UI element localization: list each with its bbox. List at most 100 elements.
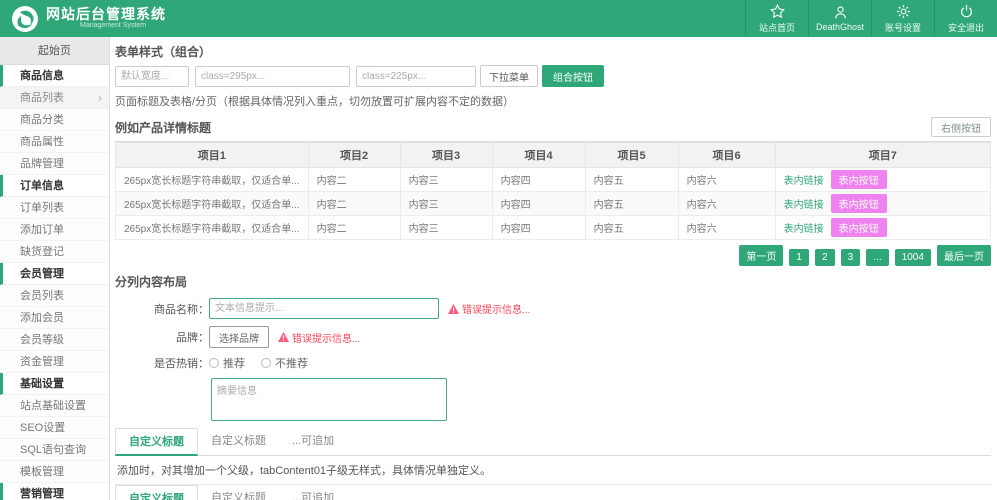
page-ellipsis-button[interactable]: ...	[866, 249, 888, 266]
default-width-input[interactable]	[115, 66, 189, 87]
sidebar-item-site-settings[interactable]: 站点基础设置	[0, 395, 109, 417]
form-combo-row: 下拉菜单 组合按钮	[115, 65, 991, 87]
product-table: 项目1 项目2 项目3 项目4 项目5 项目6 项目7 265px宽长标题字符串…	[115, 142, 991, 240]
table-button[interactable]: 表内按钮	[831, 218, 887, 237]
app-header: 网站后台管理系统 Management System 站点首页 DeathGho…	[0, 0, 997, 37]
sidebar-section-settings[interactable]: 基础设置	[0, 373, 109, 395]
col-header: 项目2	[308, 143, 400, 168]
page-number-button[interactable]: 1004	[895, 249, 931, 266]
power-icon	[959, 4, 974, 19]
nav-site-home[interactable]: 站点首页	[745, 0, 808, 37]
logo-area: 网站后台管理系统 Management System	[0, 6, 166, 32]
sidebar-item-home[interactable]: 起始页	[0, 37, 109, 65]
name-error: 错误提示信息...	[448, 301, 530, 316]
tab-custom-title-active[interactable]: 自定义标题	[115, 485, 198, 500]
sidebar-item-funds[interactable]: 资金管理	[0, 351, 109, 373]
tab-note: 添加时，对其增加一个父级，tabContent01子级无样式，具体情况单独定义。	[115, 456, 991, 485]
sidebar-item-product-list[interactable]: 商品列表›	[0, 87, 109, 109]
table-button[interactable]: 表内按钮	[831, 194, 887, 213]
sidebar-section-marketing[interactable]: 营销管理	[0, 483, 109, 500]
dropdown-menu-button[interactable]: 下拉菜单	[480, 65, 538, 87]
sidebar-item-stockout[interactable]: 缺货登记	[0, 241, 109, 263]
brand-label: 品牌：	[115, 329, 209, 345]
tab-custom-title[interactable]: 自定义标题	[198, 485, 279, 500]
summary-row	[115, 378, 991, 421]
chevron-right-icon: ›	[98, 87, 102, 109]
right-side-button[interactable]: 右侧按钮	[931, 117, 991, 137]
gear-icon	[896, 4, 911, 19]
sidebar-item-product-category[interactable]: 商品分类	[0, 109, 109, 131]
sidebar-section-orders[interactable]: 订单信息	[0, 175, 109, 197]
col-header: 项目3	[400, 143, 492, 168]
page-note: 页面标题及表格/分页（根据具体情况列入重点，切勿放置可扩展内容不定的数据）	[115, 93, 991, 109]
warning-icon	[448, 304, 459, 314]
col-header: 项目1	[116, 143, 309, 168]
tab-custom-title[interactable]: 自定义标题	[198, 428, 279, 455]
star-icon	[770, 4, 785, 19]
nav-user[interactable]: DeathGhost	[808, 0, 871, 37]
tab-bar-1: 自定义标题 自定义标题 ...可追加	[115, 428, 991, 456]
nav-logout[interactable]: 安全退出	[934, 0, 997, 37]
page-number-button[interactable]: 1	[789, 249, 809, 266]
sidebar-item-order-list[interactable]: 订单列表	[0, 197, 109, 219]
sidebar-section-products[interactable]: 商品信息	[0, 65, 109, 87]
width-295-input[interactable]	[195, 66, 350, 87]
tab-appendable[interactable]: ...可追加	[279, 485, 347, 500]
select-brand-button[interactable]: 选择品牌	[209, 326, 269, 348]
table-row: 265px宽长标题字符串截取，仅适合单... 内容二 内容三 内容四 内容五 内…	[116, 216, 991, 240]
nav-label: 安全退出	[948, 21, 984, 34]
sidebar-item-seo[interactable]: SEO设置	[0, 417, 109, 439]
header-nav: 站点首页 DeathGhost 账号设置	[745, 0, 997, 37]
page-number-button[interactable]: 2	[815, 249, 835, 266]
error-text: 错误提示信息...	[462, 301, 530, 316]
error-text: 错误提示信息...	[292, 330, 360, 345]
nav-account-settings[interactable]: 账号设置	[871, 0, 934, 37]
table-link[interactable]: 表内链接	[784, 224, 824, 235]
hot-sale-row: 是否热销： 推荐 不推荐	[115, 355, 991, 371]
sidebar-item-template[interactable]: 模板管理	[0, 461, 109, 483]
sidebar-section-members[interactable]: 会员管理	[0, 263, 109, 285]
pagination: 第一页 1 2 3 ... 1004 最后一页	[115, 245, 991, 266]
radio-not-recommend[interactable]: 不推荐	[261, 355, 308, 371]
logo-icon	[12, 6, 38, 32]
product-name-row: 商品名称： 错误提示信息...	[115, 298, 991, 319]
warning-icon	[278, 332, 289, 342]
width-225-input[interactable]	[356, 66, 476, 87]
sidebar-item-add-member[interactable]: 添加会员	[0, 307, 109, 329]
tab-custom-title-active[interactable]: 自定义标题	[115, 428, 198, 456]
col-header: 项目5	[585, 143, 678, 168]
form-combo-title: 表单样式（组合）	[115, 43, 991, 60]
sidebar-item-add-order[interactable]: 添加订单	[0, 219, 109, 241]
table-link[interactable]: 表内链接	[784, 200, 824, 211]
nav-label: 账号设置	[885, 21, 921, 34]
tab-appendable[interactable]: ...可追加	[279, 428, 347, 455]
app-title: 网站后台管理系统	[46, 7, 166, 22]
product-table-title: 例如产品详情标题	[115, 119, 211, 136]
table-row: 265px宽长标题字符串截取，仅适合单... 内容二 内容三 内容四 内容五 内…	[116, 192, 991, 216]
product-name-input[interactable]	[209, 298, 439, 319]
col-header: 项目7	[775, 143, 990, 168]
brand-row: 品牌： 选择品牌 错误提示信息...	[115, 326, 991, 348]
table-row: 265px宽长标题字符串截取，仅适合单... 内容二 内容三 内容四 内容五 内…	[116, 168, 991, 192]
sidebar-item-sql[interactable]: SQL语句查询	[0, 439, 109, 461]
hot-sale-label: 是否热销：	[115, 355, 209, 371]
product-name-label: 商品名称：	[115, 301, 209, 317]
col-header: 项目6	[678, 143, 775, 168]
nav-label: 站点首页	[759, 21, 795, 34]
sidebar-item-brand-mgmt[interactable]: 品牌管理	[0, 153, 109, 175]
sidebar-item-member-list[interactable]: 会员列表	[0, 285, 109, 307]
sidebar-item-member-level[interactable]: 会员等级	[0, 329, 109, 351]
page-number-button[interactable]: 3	[841, 249, 861, 266]
product-table-header: 例如产品详情标题 右侧按钮	[115, 117, 991, 142]
combo-button[interactable]: 组合按钮	[542, 65, 604, 87]
tab-bar-2: 自定义标题 自定义标题 ...可追加	[115, 485, 991, 500]
table-button[interactable]: 表内按钮	[831, 170, 887, 189]
sidebar-item-product-attr[interactable]: 商品属性	[0, 131, 109, 153]
user-icon	[833, 5, 848, 20]
page-last-button[interactable]: 最后一页	[937, 245, 991, 266]
page-first-button[interactable]: 第一页	[739, 245, 783, 266]
table-link[interactable]: 表内链接	[784, 176, 824, 187]
summary-textarea[interactable]	[211, 378, 447, 421]
radio-recommend[interactable]: 推荐	[209, 355, 245, 371]
radio-icon	[209, 358, 219, 368]
